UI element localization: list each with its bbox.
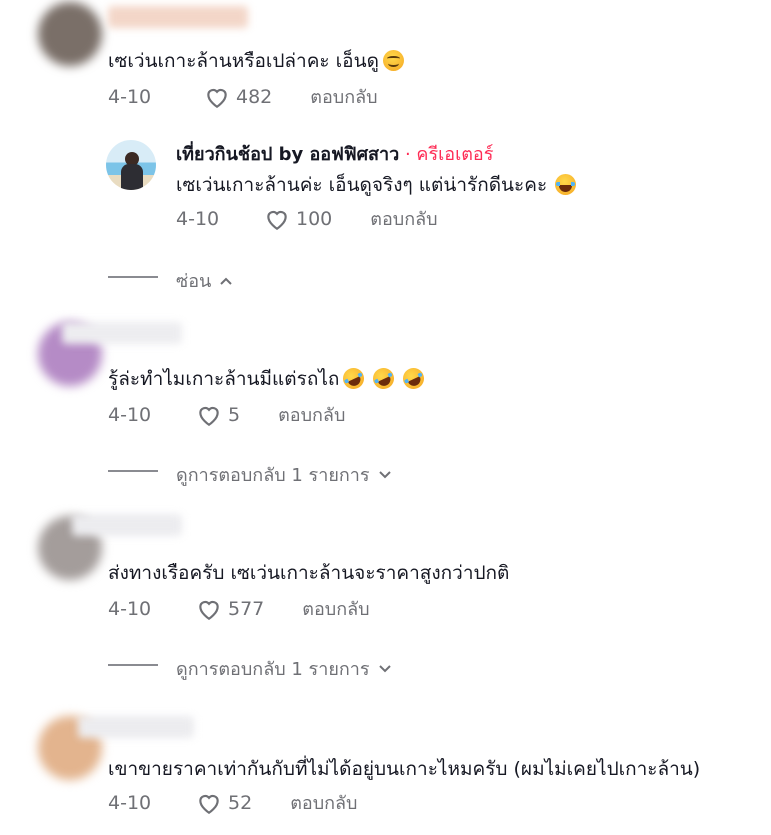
- comment-date: 4-10: [108, 403, 152, 426]
- reply-reply-button: ตอบกลับ: [370, 209, 438, 230]
- creator-badge: · ครีเอเตอร์: [404, 144, 494, 165]
- username[interactable]: [108, 6, 248, 28]
- comment-meta: 4-10 577 ตอบกลับ: [108, 594, 370, 623]
- like-count: 5: [228, 403, 241, 426]
- reply-button[interactable]: ตอบกลับ: [278, 400, 345, 429]
- person-body: [121, 164, 143, 190]
- like-count: 52: [228, 791, 253, 814]
- heart-icon: [199, 794, 219, 814]
- like-count: 577: [228, 597, 265, 620]
- heart-icon: [267, 210, 287, 230]
- rofl-icon: [369, 364, 398, 393]
- comment-meta: 4-10 482 ตอบกลับ: [108, 82, 378, 111]
- reply-button[interactable]: ตอบกลับ: [310, 82, 377, 111]
- comment-text: เขาขายราคาเท่ากันกับที่ไม่ได้อยู่บนเกาะไ…: [108, 758, 701, 780]
- comment-date: 4-10: [108, 791, 152, 814]
- hide-replies-button[interactable]: ซ่อน: [176, 266, 233, 295]
- divider-line: [108, 664, 158, 666]
- chevron-down-icon: [378, 664, 391, 672]
- rofl-icon: [339, 364, 368, 393]
- comment-text: รู้ล่ะทำไมเกาะล้านมีแต่รถไถ: [108, 364, 428, 393]
- reply-meta: 4-10 100 ตอบกลับ: [176, 204, 438, 233]
- chevron-up-icon: [220, 277, 233, 285]
- avatar[interactable]: [38, 2, 102, 66]
- reply-author[interactable]: เที่ยวกินช้อป by ออฟฟิศสาว: [176, 144, 399, 165]
- username[interactable]: [62, 322, 182, 344]
- heart-icon: [199, 600, 219, 620]
- reply-button[interactable]: ตอบกลับ: [302, 594, 369, 623]
- comment-date: 4-10: [108, 85, 152, 108]
- username[interactable]: [72, 514, 182, 536]
- like-button[interactable]: 52: [196, 791, 252, 815]
- view-replies-button[interactable]: ดูการตอบกลับ 1 รายการ: [176, 460, 392, 489]
- reply-date: 4-10: [176, 207, 220, 230]
- divider-line: [108, 276, 158, 278]
- heart-icon: [199, 406, 219, 426]
- rofl-icon: [399, 364, 428, 393]
- chevron-down-icon: [378, 470, 391, 478]
- view-replies-button[interactable]: ดูการตอบกลับ 1 รายการ: [176, 654, 392, 683]
- creator-avatar[interactable]: [106, 140, 156, 190]
- reply-text: เซเว่นเกาะล้านค่ะ เอ็นดูจริงๆ แต่น่ารักด…: [176, 172, 577, 198]
- reply-author-line: เที่ยวกินช้อป by ออฟฟิศสาว · ครีเอเตอร์: [176, 142, 493, 168]
- username[interactable]: [78, 716, 194, 738]
- smiling-face-icon: [382, 50, 404, 71]
- divider-line: [108, 470, 158, 472]
- comment-meta: 4-10 5 ตอบกลับ: [108, 400, 345, 429]
- comment-text: เซเว่นเกาะล้านหรือเปล่าคะ เอ็นดู: [108, 48, 404, 74]
- joy-icon: [555, 174, 577, 195]
- like-button[interactable]: 482: [204, 85, 272, 109]
- reply-button[interactable]: ตอบกลับ: [290, 788, 357, 817]
- heart-icon: [207, 88, 227, 108]
- comment-date: 4-10: [108, 597, 152, 620]
- comment-meta: 4-10 52 ตอบกลับ: [108, 788, 357, 817]
- comment-text: ส่งทางเรือครับ เซเว่นเกาะล้านจะราคาสูงกว…: [108, 562, 510, 584]
- reply-like-button[interactable]: 100: [264, 207, 332, 231]
- like-button[interactable]: 5: [196, 403, 240, 427]
- like-button[interactable]: 577: [196, 597, 264, 621]
- like-count: 482: [236, 85, 273, 108]
- reply-like-count: 100: [296, 207, 333, 230]
